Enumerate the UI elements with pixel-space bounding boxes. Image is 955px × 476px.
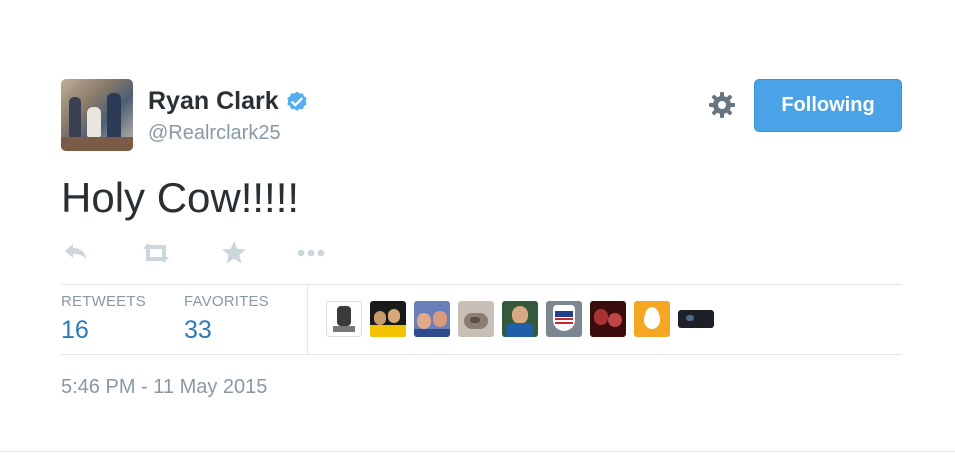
stats-bottom-divider bbox=[61, 354, 902, 355]
following-button[interactable]: Following bbox=[754, 79, 902, 132]
favoriter-avatar[interactable] bbox=[546, 301, 582, 337]
avatar-figure bbox=[69, 97, 81, 137]
favoriter-avatar[interactable] bbox=[414, 301, 450, 337]
favoriter-avatar[interactable] bbox=[590, 301, 626, 337]
favoriter-avatar[interactable] bbox=[678, 310, 714, 328]
more-icon[interactable] bbox=[295, 238, 329, 268]
favorite-icon[interactable] bbox=[219, 238, 249, 268]
retweets-count[interactable]: 16 bbox=[61, 316, 146, 345]
egg-avatar-icon[interactable] bbox=[634, 301, 670, 337]
name-row: Ryan Clark bbox=[148, 87, 309, 116]
avatar-floor bbox=[61, 137, 133, 151]
stats-separator bbox=[307, 285, 308, 354]
tweet-text: Holy Cow!!!!! bbox=[61, 174, 300, 221]
favorites-count[interactable]: 33 bbox=[184, 316, 269, 345]
avatar-figure bbox=[107, 93, 121, 139]
favoriter-avatar[interactable] bbox=[370, 301, 406, 337]
favoriter-avatar[interactable] bbox=[458, 301, 494, 337]
favorites-stat[interactable]: FAVORITES 33 bbox=[184, 293, 269, 345]
avatar-figure bbox=[87, 107, 101, 137]
reply-icon[interactable] bbox=[61, 238, 91, 268]
user-handle[interactable]: @Realrclark25 bbox=[148, 122, 281, 145]
bottom-border bbox=[0, 451, 955, 452]
retweet-icon[interactable] bbox=[139, 238, 173, 268]
favoriter-avatar[interactable] bbox=[502, 301, 538, 337]
favoriter-avatar[interactable] bbox=[326, 301, 362, 337]
favorites-label: FAVORITES bbox=[184, 293, 269, 310]
user-name[interactable]: Ryan Clark bbox=[148, 87, 279, 116]
stats-top-divider bbox=[61, 284, 902, 285]
tweet-card: Ryan Clark @Realrclark25 Following Holy … bbox=[0, 0, 955, 476]
favoriter-avatars bbox=[326, 301, 722, 337]
verified-badge-icon bbox=[285, 90, 309, 114]
retweets-stat[interactable]: RETWEETS 16 bbox=[61, 293, 146, 345]
profile-avatar[interactable] bbox=[61, 79, 133, 151]
tweet-timestamp[interactable]: 5:46 PM - 11 May 2015 bbox=[61, 376, 267, 399]
gear-icon[interactable] bbox=[707, 90, 737, 120]
retweets-label: RETWEETS bbox=[61, 293, 146, 310]
